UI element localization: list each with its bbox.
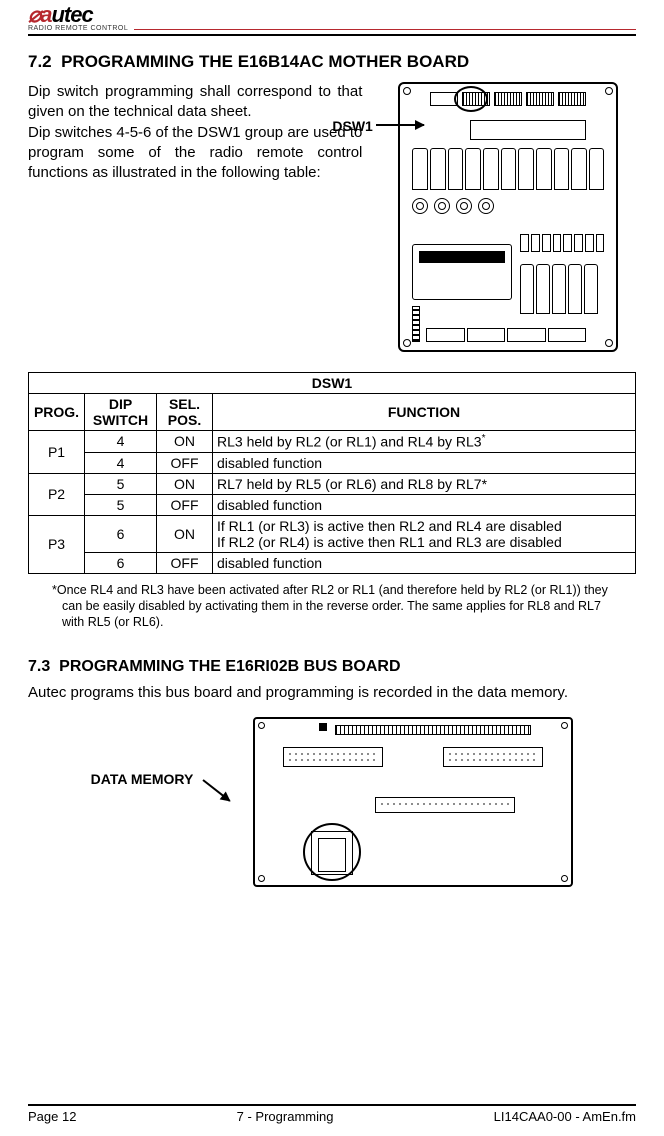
motherboard-diagram bbox=[398, 82, 618, 352]
table-row: P3 6 ON If RL1 (or RL3) is active then R… bbox=[29, 515, 636, 552]
dsw1-table: DSW1 PROG. DIP SWITCH SEL. POS. FUNCTION… bbox=[28, 372, 636, 574]
motherboard-figure: DSW1 bbox=[374, 82, 636, 352]
data-memory-label: DATA MEMORY bbox=[91, 771, 194, 787]
section-7-2-title: 7.2 PROGRAMMING THE E16B14AC MOTHER BOAR… bbox=[28, 52, 636, 72]
footer-docid: LI14CAA0-00 - AmEn.fm bbox=[494, 1109, 636, 1124]
section-7-3-title: 7.3 PROGRAMMING THE E16RI02B BUS BOARD bbox=[28, 658, 636, 676]
col-dip: DIP SWITCH bbox=[85, 394, 157, 431]
col-sel: SEL. POS. bbox=[157, 394, 213, 431]
dsw1-highlight-circle bbox=[454, 86, 488, 112]
brand-logo: ⌀autec RADIO REMOTE CONTROL bbox=[28, 4, 128, 32]
table-row: 6 OFF disabled function bbox=[29, 552, 636, 573]
section-7-3-text: Autec programs this bus board and progra… bbox=[28, 684, 636, 701]
table-row: 4 OFF disabled function bbox=[29, 452, 636, 473]
table-footnote: *Once RL4 and RL3 have been activated af… bbox=[52, 582, 612, 631]
bus-board-diagram bbox=[253, 717, 573, 887]
section-number: 7.3 bbox=[28, 658, 50, 675]
section-heading: PROGRAMMING THE E16B14AC MOTHER BOARD bbox=[61, 52, 469, 71]
section-heading: PROGRAMMING THE E16RI02B BUS BOARD bbox=[59, 658, 400, 675]
arrow-icon bbox=[203, 780, 231, 803]
intro-paragraph: Dip switch programming shall correspond … bbox=[28, 82, 362, 183]
col-func: FUNCTION bbox=[213, 394, 636, 431]
page-footer: Page 12 7 - Programming LI14CAA0-00 - Am… bbox=[28, 1104, 636, 1124]
table-title: DSW1 bbox=[29, 373, 636, 394]
table-row: P2 5 ON RL7 held by RL5 (or RL6) and RL8… bbox=[29, 473, 636, 494]
header-rule bbox=[134, 29, 636, 32]
brand-tagline: RADIO REMOTE CONTROL bbox=[28, 25, 128, 32]
dsw1-callout-label: DSW1 bbox=[332, 118, 372, 134]
table-row: P1 4 ON RL3 held by RL2 (or RL1) and RL4… bbox=[29, 431, 636, 453]
page-header: ⌀autec RADIO REMOTE CONTROL bbox=[28, 4, 636, 36]
brand-name: ⌀autec bbox=[28, 4, 128, 26]
table-row: 5 OFF disabled function bbox=[29, 494, 636, 515]
footer-page: Page 12 bbox=[28, 1109, 76, 1124]
col-prog: PROG. bbox=[29, 394, 85, 431]
footer-chapter: 7 - Programming bbox=[237, 1109, 334, 1124]
section-number: 7.2 bbox=[28, 52, 52, 71]
bus-board-figure: DATA MEMORY bbox=[28, 717, 636, 887]
